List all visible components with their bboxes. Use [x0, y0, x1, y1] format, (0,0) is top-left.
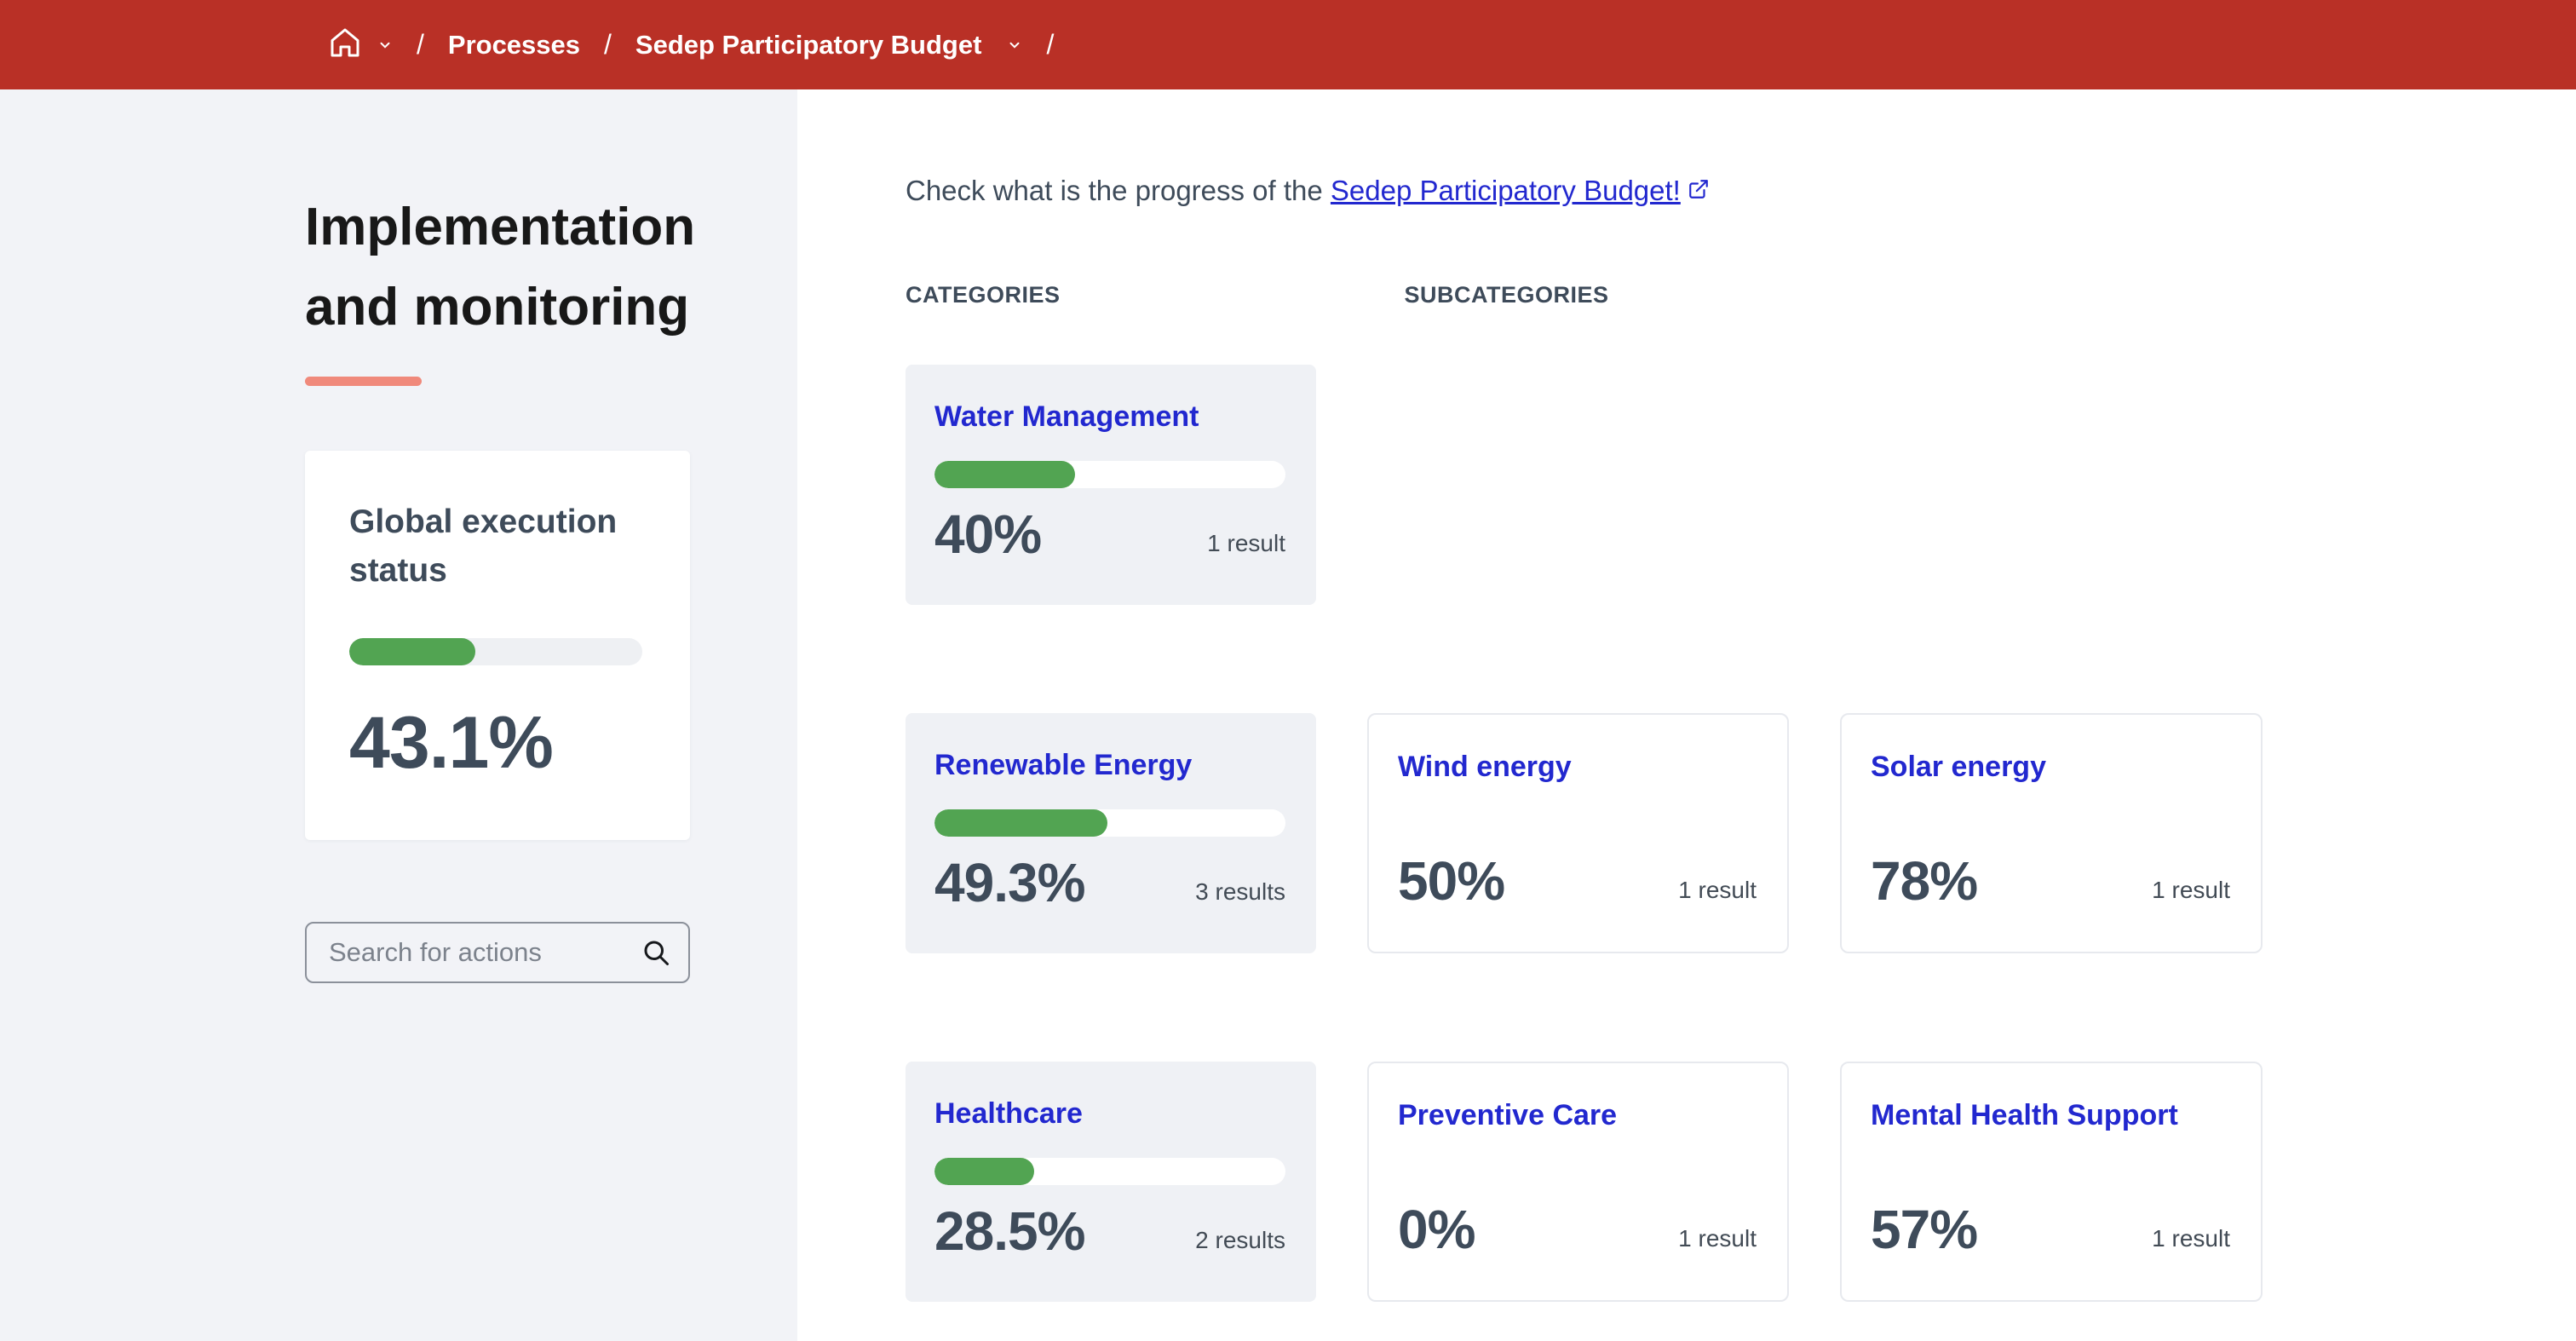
category-progress-fill — [934, 461, 1075, 488]
status-card-title: Global execution status — [349, 498, 642, 595]
category-link[interactable]: Renewable Energy — [934, 749, 1285, 782]
category-progress-value: 49.3% — [934, 851, 1084, 914]
subcategory-card-wind-energy[interactable]: Wind energy 50% 1 result — [1367, 713, 1789, 953]
category-results-count: 2 results — [1195, 1227, 1285, 1263]
external-link-icon — [1688, 175, 1710, 207]
subcategory-progress-value: 0% — [1398, 1198, 1475, 1261]
search-input[interactable] — [305, 922, 690, 983]
subcategory-card-preventive-care[interactable]: Preventive Care 0% 1 result — [1367, 1062, 1789, 1302]
chevron-down-icon[interactable] — [377, 37, 393, 53]
category-progress-fill — [934, 809, 1107, 837]
main-content: Check what is the progress of the Sedep … — [797, 89, 2576, 1341]
chevron-down-icon[interactable] — [1007, 37, 1022, 53]
breadcrumb-separator: / — [417, 29, 424, 60]
subcategory-progress-value: 78% — [1871, 849, 1977, 912]
category-progress-value: 28.5% — [934, 1200, 1084, 1263]
subcategory-results-count: 1 result — [2152, 877, 2230, 912]
categories-header: CATEGORIES — [906, 282, 1061, 308]
category-link[interactable]: Water Management — [934, 400, 1285, 434]
global-progress-value: 43.1% — [349, 701, 642, 786]
intro-link-text: Sedep Participatory Budget! — [1331, 175, 1681, 206]
breadcrumb-home-link[interactable] — [328, 26, 393, 64]
category-progress-bar — [934, 809, 1285, 837]
global-progress-bar — [349, 638, 642, 665]
column-headers: CATEGORIES SUBCATEGORIES — [906, 282, 2576, 308]
subcategory-progress-value: 57% — [1871, 1198, 1977, 1261]
search-icon[interactable] — [641, 937, 671, 972]
intro-prefix: Check what is the progress of the — [906, 175, 1331, 206]
category-card-water-management[interactable]: Water Management 40% 1 result — [906, 365, 1316, 605]
categories-grid: Water Management 40% 1 result Renewable … — [906, 365, 2576, 1302]
subcategory-results-count: 1 result — [1678, 877, 1757, 912]
subcategory-link[interactable]: Wind energy — [1398, 751, 1757, 784]
search-actions — [305, 922, 690, 983]
subcategory-link[interactable]: Mental Health Support — [1871, 1099, 2230, 1132]
subcategories-header: SUBCATEGORIES — [1405, 282, 1609, 308]
category-progress-fill — [934, 1158, 1034, 1185]
subcategory-card-solar-energy[interactable]: Solar energy 78% 1 result — [1840, 713, 2263, 953]
sidebar: Implementation and monitoring Global exe… — [0, 89, 797, 1341]
category-progress-bar — [934, 1158, 1285, 1185]
breadcrumb-current-process-link[interactable]: Sedep Participatory Budget — [635, 30, 982, 60]
global-progress-fill — [349, 638, 475, 665]
subcategory-results-count: 1 result — [1678, 1225, 1757, 1261]
category-results-count: 1 result — [1207, 530, 1285, 566]
intro-text: Check what is the progress of the Sedep … — [906, 175, 2576, 207]
home-icon — [328, 26, 362, 64]
title-underline-decoration — [305, 377, 422, 386]
subcategory-progress-value: 50% — [1398, 849, 1504, 912]
category-progress-bar — [934, 461, 1285, 488]
breadcrumb-separator: / — [604, 29, 612, 60]
subcategory-link[interactable]: Solar energy — [1871, 751, 2230, 784]
breadcrumb: / Processes / Sedep Participatory Budget… — [328, 26, 1054, 64]
page-title: Implementation and monitoring — [305, 187, 714, 348]
subcategory-link[interactable]: Preventive Care — [1398, 1099, 1757, 1132]
top-navigation-bar: / Processes / Sedep Participatory Budget… — [0, 0, 2576, 89]
category-link[interactable]: Healthcare — [934, 1097, 1285, 1131]
breadcrumb-processes-link[interactable]: Processes — [448, 30, 580, 60]
breadcrumb-separator: / — [1046, 29, 1054, 60]
category-results-count: 3 results — [1195, 878, 1285, 914]
category-card-renewable-energy[interactable]: Renewable Energy 49.3% 3 results — [906, 713, 1316, 953]
category-card-healthcare[interactable]: Healthcare 28.5% 2 results — [906, 1062, 1316, 1302]
category-progress-value: 40% — [934, 503, 1041, 566]
subcategory-results-count: 1 result — [2152, 1225, 2230, 1261]
subcategory-card-mental-health-support[interactable]: Mental Health Support 57% 1 result — [1840, 1062, 2263, 1302]
global-execution-status-card: Global execution status 43.1% — [305, 451, 690, 839]
process-progress-link[interactable]: Sedep Participatory Budget! — [1331, 175, 1710, 206]
